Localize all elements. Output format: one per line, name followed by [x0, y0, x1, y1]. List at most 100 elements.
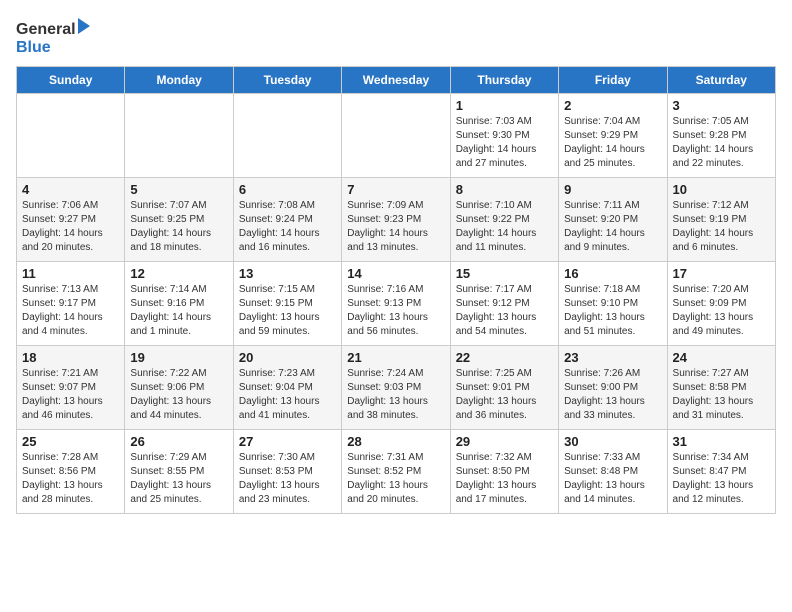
calendar-cell: 27 Sunrise: 7:30 AMSunset: 8:53 PMDayligh… [233, 430, 341, 514]
day-number: 20 [239, 350, 336, 365]
calendar-table: SundayMondayTuesdayWednesdayThursdayFrid… [16, 66, 776, 514]
day-info: Sunrise: 7:08 AMSunset: 9:24 PMDaylight:… [239, 199, 336, 255]
svg-text:Blue: Blue [16, 39, 51, 56]
day-number: 4 [22, 182, 119, 197]
day-info: Sunrise: 7:12 AMSunset: 9:19 PMDaylight:… [673, 199, 770, 255]
day-number: 6 [239, 182, 336, 197]
calendar-header-row: SundayMondayTuesdayWednesdayThursdayFrid… [17, 67, 776, 94]
calendar-cell: 7 Sunrise: 7:09 AMSunset: 9:23 PMDaylight… [342, 178, 450, 262]
calendar-cell: 16 Sunrise: 7:18 AMSunset: 9:10 PMDayligh… [559, 262, 667, 346]
day-info: Sunrise: 7:11 AMSunset: 9:20 PMDaylight:… [564, 199, 661, 255]
day-info: Sunrise: 7:23 AMSunset: 9:04 PMDaylight:… [239, 367, 336, 423]
day-number: 21 [347, 350, 444, 365]
day-info: Sunrise: 7:05 AMSunset: 9:28 PMDaylight:… [673, 115, 770, 171]
day-number: 12 [130, 266, 227, 281]
day-number: 29 [456, 434, 553, 449]
day-number: 30 [564, 434, 661, 449]
day-number: 23 [564, 350, 661, 365]
column-header-wednesday: Wednesday [342, 67, 450, 94]
day-number: 14 [347, 266, 444, 281]
day-info: Sunrise: 7:06 AMSunset: 9:27 PMDaylight:… [22, 199, 119, 255]
calendar-cell: 24 Sunrise: 7:27 AMSunset: 8:58 PMDayligh… [667, 346, 775, 430]
calendar-cell: 12 Sunrise: 7:14 AMSunset: 9:16 PMDayligh… [125, 262, 233, 346]
calendar-cell: 28Sunrise: 7:31 AMSunset: 8:52 PMDayligh… [342, 430, 450, 514]
calendar-cell: 31Sunrise: 7:34 AMSunset: 8:47 PMDayligh… [667, 430, 775, 514]
day-number: 26 [130, 434, 227, 449]
page-header: GeneralBlue [16, 16, 776, 58]
day-info: Sunrise: 7:22 AMSunset: 9:06 PMDaylight:… [130, 367, 227, 423]
calendar-cell: 21 Sunrise: 7:24 AMSunset: 9:03 PMDayligh… [342, 346, 450, 430]
calendar-cell: 17 Sunrise: 7:20 AMSunset: 9:09 PMDayligh… [667, 262, 775, 346]
day-number: 27 [239, 434, 336, 449]
calendar-cell: 20 Sunrise: 7:23 AMSunset: 9:04 PMDayligh… [233, 346, 341, 430]
calendar-cell: 11 Sunrise: 7:13 AMSunset: 9:17 PMDayligh… [17, 262, 125, 346]
day-info: Sunrise: 7:30 AMSunset: 8:53 PMDaylight:… [239, 451, 336, 507]
day-info: Sunrise: 7:27 AMSunset: 8:58 PMDaylight:… [673, 367, 770, 423]
day-info: Sunrise: 7:14 AMSunset: 9:16 PMDaylight:… [130, 283, 227, 339]
day-number: 13 [239, 266, 336, 281]
day-number: 9 [564, 182, 661, 197]
day-number: 11 [22, 266, 119, 281]
day-number: 18 [22, 350, 119, 365]
day-info: Sunrise: 7:13 AMSunset: 9:17 PMDaylight:… [22, 283, 119, 339]
day-number: 3 [673, 98, 770, 113]
calendar-cell: 25 Sunrise: 7:28 AMSunset: 8:56 PMDayligh… [17, 430, 125, 514]
calendar-cell: 6 Sunrise: 7:08 AMSunset: 9:24 PMDaylight… [233, 178, 341, 262]
day-info: Sunrise: 7:09 AMSunset: 9:23 PMDaylight:… [347, 199, 444, 255]
calendar-cell [17, 94, 125, 178]
day-number: 17 [673, 266, 770, 281]
calendar-cell: 13 Sunrise: 7:15 AMSunset: 9:15 PMDayligh… [233, 262, 341, 346]
day-number: 19 [130, 350, 227, 365]
day-number: 1 [456, 98, 553, 113]
day-info: Sunrise: 7:15 AMSunset: 9:15 PMDaylight:… [239, 283, 336, 339]
calendar-week-row: 11 Sunrise: 7:13 AMSunset: 9:17 PMDayligh… [17, 262, 776, 346]
day-number: 7 [347, 182, 444, 197]
calendar-cell: 23 Sunrise: 7:26 AMSunset: 9:00 PMDayligh… [559, 346, 667, 430]
calendar-cell: 5Sunrise: 7:07 AMSunset: 9:25 PMDaylight… [125, 178, 233, 262]
day-number: 25 [22, 434, 119, 449]
calendar-cell: 26 Sunrise: 7:29 AMSunset: 8:55 PMDayligh… [125, 430, 233, 514]
day-info: Sunrise: 7:18 AMSunset: 9:10 PMDaylight:… [564, 283, 661, 339]
logo-svg: GeneralBlue [16, 16, 96, 58]
column-header-sunday: Sunday [17, 67, 125, 94]
day-info: Sunrise: 7:28 AMSunset: 8:56 PMDaylight:… [22, 451, 119, 507]
calendar-week-row: 1Sunrise: 7:03 AMSunset: 9:30 PMDaylight… [17, 94, 776, 178]
day-number: 8 [456, 182, 553, 197]
calendar-cell: 14Sunrise: 7:16 AMSunset: 9:13 PMDayligh… [342, 262, 450, 346]
day-info: Sunrise: 7:17 AMSunset: 9:12 PMDaylight:… [456, 283, 553, 339]
calendar-cell [342, 94, 450, 178]
day-info: Sunrise: 7:04 AMSunset: 9:29 PMDaylight:… [564, 115, 661, 171]
day-info: Sunrise: 7:24 AMSunset: 9:03 PMDaylight:… [347, 367, 444, 423]
day-info: Sunrise: 7:33 AMSunset: 8:48 PMDaylight:… [564, 451, 661, 507]
column-header-saturday: Saturday [667, 67, 775, 94]
day-info: Sunrise: 7:32 AMSunset: 8:50 PMDaylight:… [456, 451, 553, 507]
column-header-thursday: Thursday [450, 67, 558, 94]
svg-text:General: General [16, 21, 76, 38]
day-number: 16 [564, 266, 661, 281]
day-info: Sunrise: 7:31 AMSunset: 8:52 PMDaylight:… [347, 451, 444, 507]
day-info: Sunrise: 7:26 AMSunset: 9:00 PMDaylight:… [564, 367, 661, 423]
day-number: 31 [673, 434, 770, 449]
calendar-week-row: 25 Sunrise: 7:28 AMSunset: 8:56 PMDayligh… [17, 430, 776, 514]
calendar-cell: 8Sunrise: 7:10 AMSunset: 9:22 PMDaylight… [450, 178, 558, 262]
day-info: Sunrise: 7:29 AMSunset: 8:55 PMDaylight:… [130, 451, 227, 507]
column-header-monday: Monday [125, 67, 233, 94]
day-info: Sunrise: 7:07 AMSunset: 9:25 PMDaylight:… [130, 199, 227, 255]
calendar-cell: 10 Sunrise: 7:12 AMSunset: 9:19 PMDayligh… [667, 178, 775, 262]
calendar-week-row: 18 Sunrise: 7:21 AMSunset: 9:07 PMDayligh… [17, 346, 776, 430]
calendar-cell: 2Sunrise: 7:04 AMSunset: 9:29 PMDaylight… [559, 94, 667, 178]
calendar-cell: 30 Sunrise: 7:33 AMSunset: 8:48 PMDayligh… [559, 430, 667, 514]
logo: GeneralBlue [16, 16, 96, 58]
day-number: 10 [673, 182, 770, 197]
calendar-cell: 9 Sunrise: 7:11 AMSunset: 9:20 PMDaylight… [559, 178, 667, 262]
day-number: 24 [673, 350, 770, 365]
calendar-cell [125, 94, 233, 178]
day-number: 15 [456, 266, 553, 281]
column-header-friday: Friday [559, 67, 667, 94]
day-info: Sunrise: 7:21 AMSunset: 9:07 PMDaylight:… [22, 367, 119, 423]
calendar-cell [233, 94, 341, 178]
calendar-week-row: 4 Sunrise: 7:06 AMSunset: 9:27 PMDaylight… [17, 178, 776, 262]
day-number: 22 [456, 350, 553, 365]
calendar-cell: 3 Sunrise: 7:05 AMSunset: 9:28 PMDaylight… [667, 94, 775, 178]
day-info: Sunrise: 7:20 AMSunset: 9:09 PMDaylight:… [673, 283, 770, 339]
